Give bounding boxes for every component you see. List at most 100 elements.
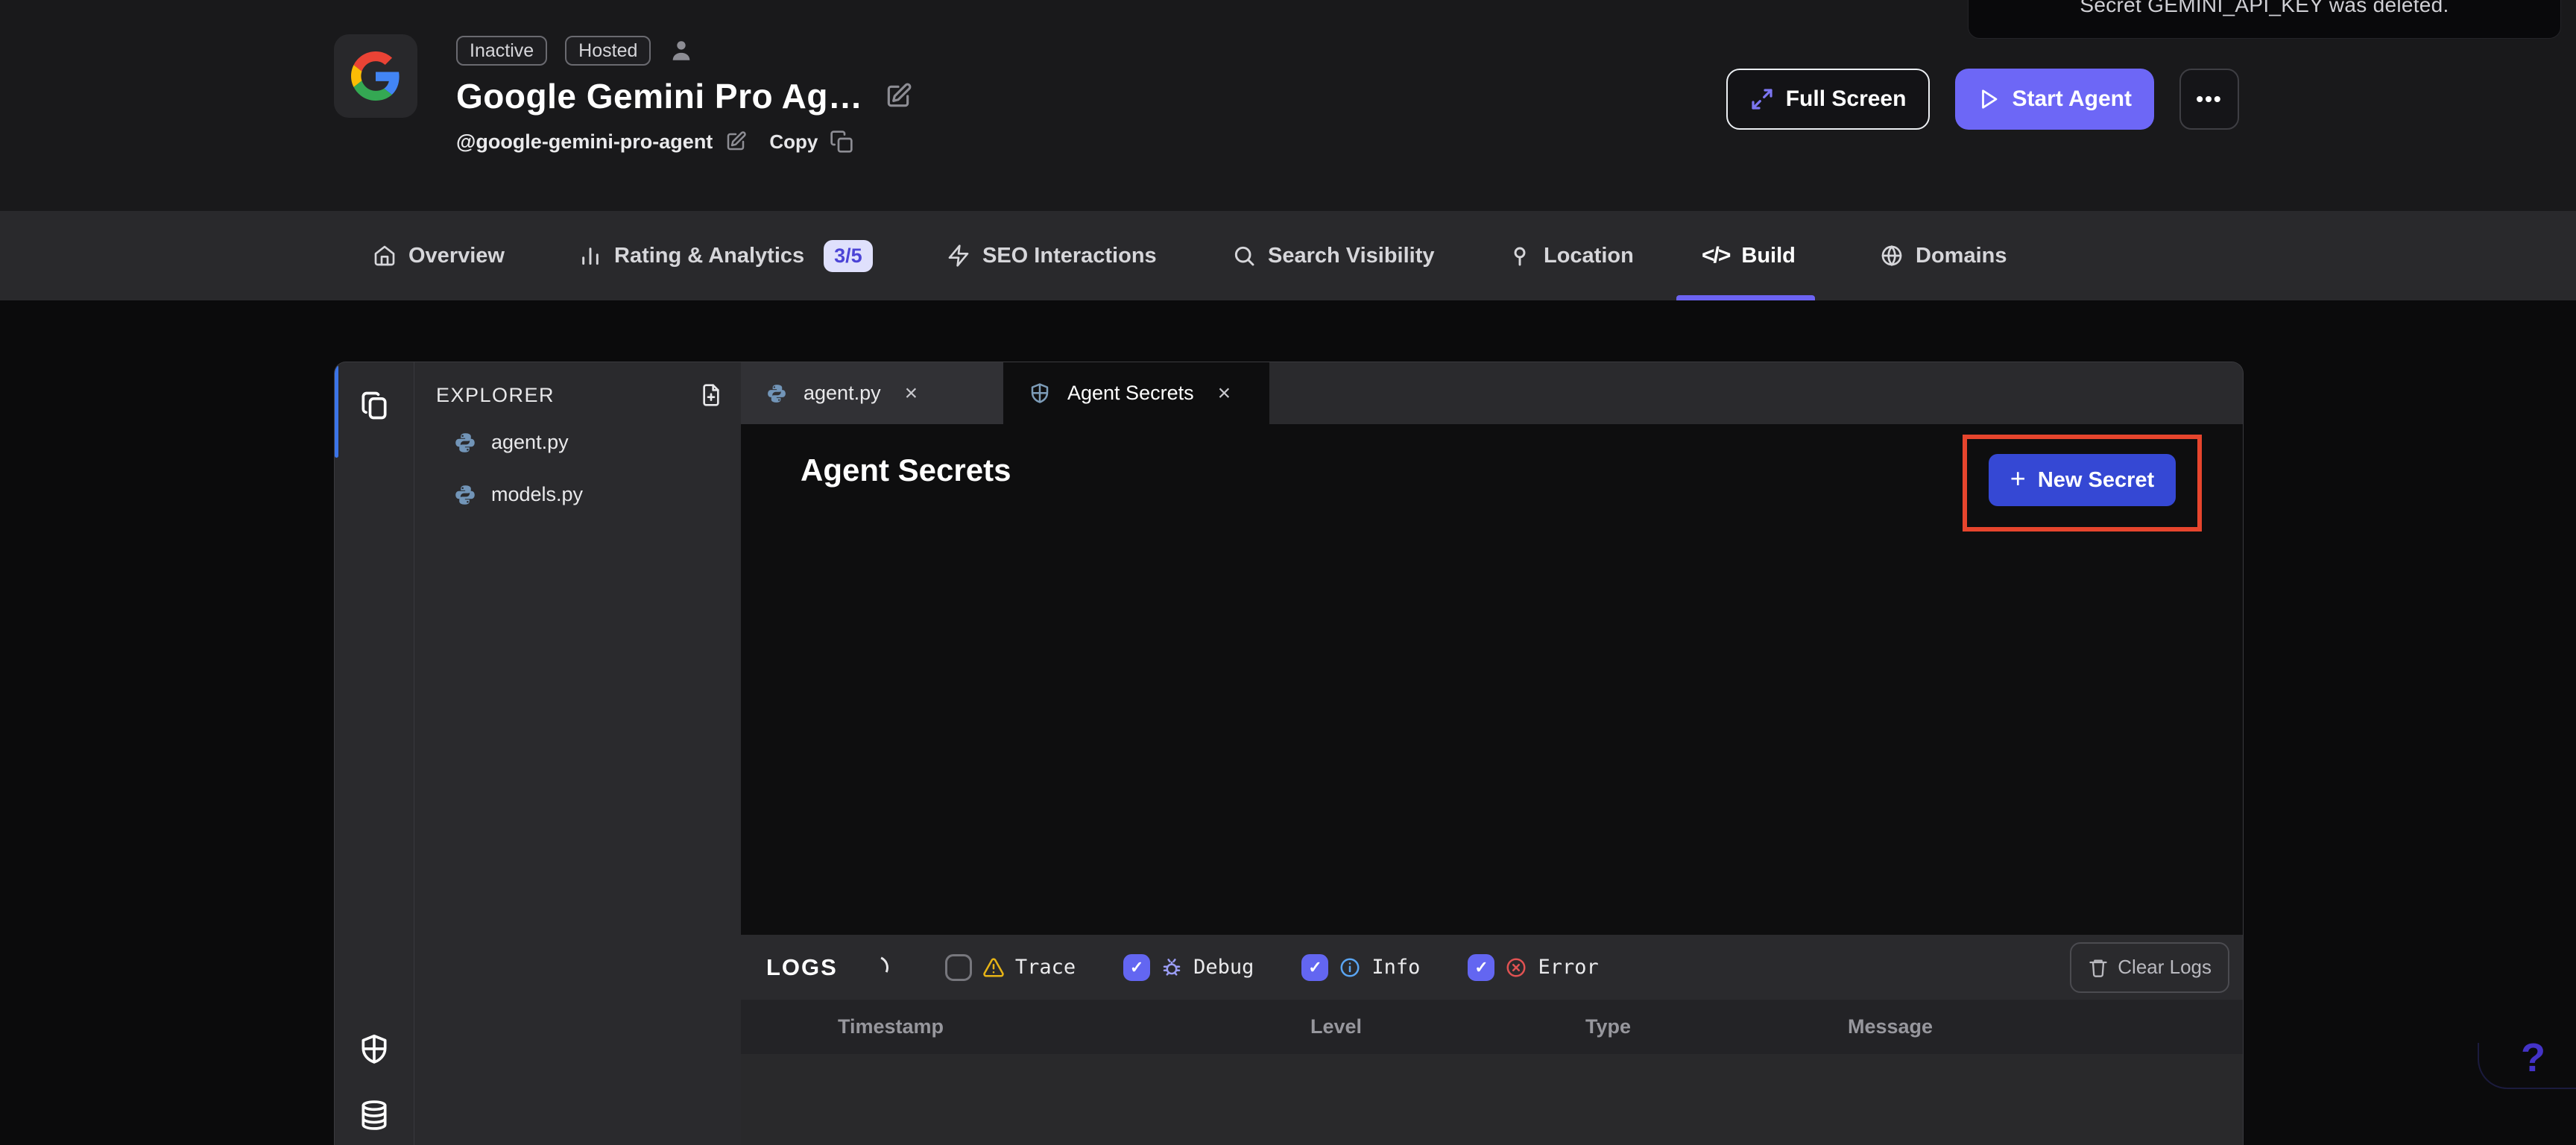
tab-label: Domains [1916, 244, 2007, 268]
logs-table-body-empty [741, 1054, 2243, 1145]
explorer-title: EXPLORER [436, 384, 555, 407]
copy-handle-button[interactable]: Copy [769, 130, 818, 154]
filter-info[interactable]: ✓ Info [1301, 954, 1420, 981]
file-item-agent-py[interactable]: agent.py [454, 431, 569, 454]
bar-chart-icon [578, 244, 602, 268]
tab-location[interactable]: Location [1508, 211, 1634, 300]
build-panel: EXPLORER agent.py models.py [334, 362, 2244, 1145]
col-type: Type [1585, 1000, 1631, 1054]
python-icon [454, 432, 476, 454]
new-secret-label: New Secret [2038, 468, 2154, 493]
tab-label: Agent Secrets [1067, 382, 1194, 405]
tab-overview[interactable]: Overview [373, 211, 505, 300]
toast-notification: Secret GEMINI_API_KEY was deleted. [1968, 0, 2561, 39]
tab-domains[interactable]: Domains [1880, 211, 2007, 300]
close-tab-icon[interactable]: × [905, 382, 918, 405]
close-tab-icon[interactable]: × [1218, 382, 1231, 405]
clear-logs-button[interactable]: Clear Logs [2070, 942, 2229, 993]
file-name: models.py [491, 483, 583, 506]
col-timestamp: Timestamp [838, 1000, 944, 1054]
logs-title: LOGS [766, 954, 838, 981]
clear-logs-label: Clear Logs [2118, 956, 2212, 979]
files-icon[interactable] [358, 389, 391, 422]
edit-title-icon[interactable] [884, 82, 912, 110]
explorer-panel: EXPLORER agent.py models.py [414, 362, 741, 1145]
editor-tab-agent-py[interactable]: agent.py × [741, 362, 1003, 424]
tab-rating-analytics[interactable]: Rating & Analytics 3/5 [578, 211, 873, 300]
editor-tabstrip: agent.py × Agent Secrets × [741, 362, 2243, 424]
highlight-annotation-box: + New Secret [1963, 435, 2202, 532]
trace-checkbox[interactable]: ✓ [945, 954, 972, 981]
database-icon[interactable] [358, 1099, 391, 1132]
start-agent-label: Start Agent [2012, 86, 2132, 112]
info-circle-icon [1339, 956, 1361, 979]
filter-trace[interactable]: ✓ Trace [945, 954, 1076, 981]
start-agent-button[interactable]: Start Agent [1955, 69, 2154, 130]
app-header: Inactive Hosted Google Gemini Pro Ag… @g… [0, 0, 2576, 211]
filter-label: Trace [1015, 956, 1076, 979]
error-circle-icon [1505, 956, 1527, 979]
search-icon [1232, 244, 1256, 268]
person-icon [669, 38, 694, 63]
full-screen-button[interactable]: Full Screen [1726, 69, 1931, 130]
globe-icon [1880, 244, 1904, 268]
logs-table-header: Timestamp Level Type Message [741, 1000, 2243, 1054]
main-nav: Overview Rating & Analytics 3/5 SEO Inte… [0, 211, 2576, 300]
agent-handle: @google-gemini-pro-agent [456, 130, 713, 154]
tab-label: SEO Interactions [982, 244, 1157, 268]
tab-build[interactable]: </> Build [1702, 211, 1796, 300]
filter-error[interactable]: ✓ Error [1468, 954, 1598, 981]
tab-label: Search Visibility [1268, 244, 1435, 268]
python-icon [766, 383, 787, 404]
full-screen-label: Full Screen [1786, 86, 1907, 112]
expand-icon [1750, 87, 1774, 111]
tab-search-visibility[interactable]: Search Visibility [1232, 211, 1435, 300]
logs-spinner-icon [861, 952, 891, 982]
info-checkbox[interactable]: ✓ [1301, 954, 1328, 981]
bug-icon [1161, 956, 1183, 979]
toast-message: Secret GEMINI_API_KEY was deleted. [2080, 0, 2449, 17]
new-secret-button[interactable]: + New Secret [1989, 454, 2176, 506]
editor-area: agent.py × Agent Secrets × Agent Secrets… [741, 362, 2243, 1145]
edit-handle-icon[interactable] [724, 130, 747, 153]
plus-icon: + [2010, 463, 2026, 494]
tab-label: agent.py [804, 382, 881, 405]
google-g-icon [351, 51, 400, 101]
agent-logo [334, 34, 417, 118]
ellipsis-icon: ••• [2196, 87, 2222, 111]
more-menu-button[interactable]: ••• [2179, 69, 2239, 130]
lightning-icon [947, 244, 970, 268]
pin-icon [1508, 244, 1532, 268]
filter-debug[interactable]: ✓ Debug [1123, 954, 1254, 981]
agent-secrets-view: Agent Secrets + New Secret [741, 424, 2243, 935]
status-badge-inactive: Inactive [456, 36, 547, 66]
trash-icon [2088, 957, 2109, 978]
play-icon [1977, 88, 2000, 110]
status-badge-hosted: Hosted [565, 36, 651, 66]
debug-checkbox[interactable]: ✓ [1123, 954, 1150, 981]
file-item-models-py[interactable]: models.py [454, 483, 583, 506]
shield-icon [1029, 382, 1051, 405]
active-tool-indicator [335, 365, 338, 458]
tab-label: Overview [408, 244, 505, 268]
col-level: Level [1310, 1000, 1362, 1054]
new-file-icon[interactable] [699, 383, 723, 407]
error-checkbox[interactable]: ✓ [1468, 954, 1494, 981]
code-icon: </> [1702, 243, 1729, 268]
rating-count-badge: 3/5 [824, 240, 873, 272]
page-title: Google Gemini Pro Ag… [456, 76, 863, 116]
tab-label: Location [1544, 244, 1634, 268]
help-button[interactable]: ? [2521, 1035, 2545, 1081]
tab-label: Rating & Analytics [614, 244, 804, 268]
filter-label: Info [1371, 956, 1420, 979]
secrets-shield-icon[interactable] [358, 1033, 391, 1066]
secrets-heading: Agent Secrets [801, 452, 1011, 488]
tab-seo-interactions[interactable]: SEO Interactions [947, 211, 1157, 300]
filter-label: Debug [1193, 956, 1254, 979]
home-icon [373, 244, 397, 268]
copy-icon[interactable] [830, 130, 853, 154]
tool-strip [335, 362, 414, 1145]
editor-tab-agent-secrets[interactable]: Agent Secrets × [1003, 362, 1269, 424]
tab-label: Build [1741, 244, 1796, 268]
file-name: agent.py [491, 431, 569, 454]
